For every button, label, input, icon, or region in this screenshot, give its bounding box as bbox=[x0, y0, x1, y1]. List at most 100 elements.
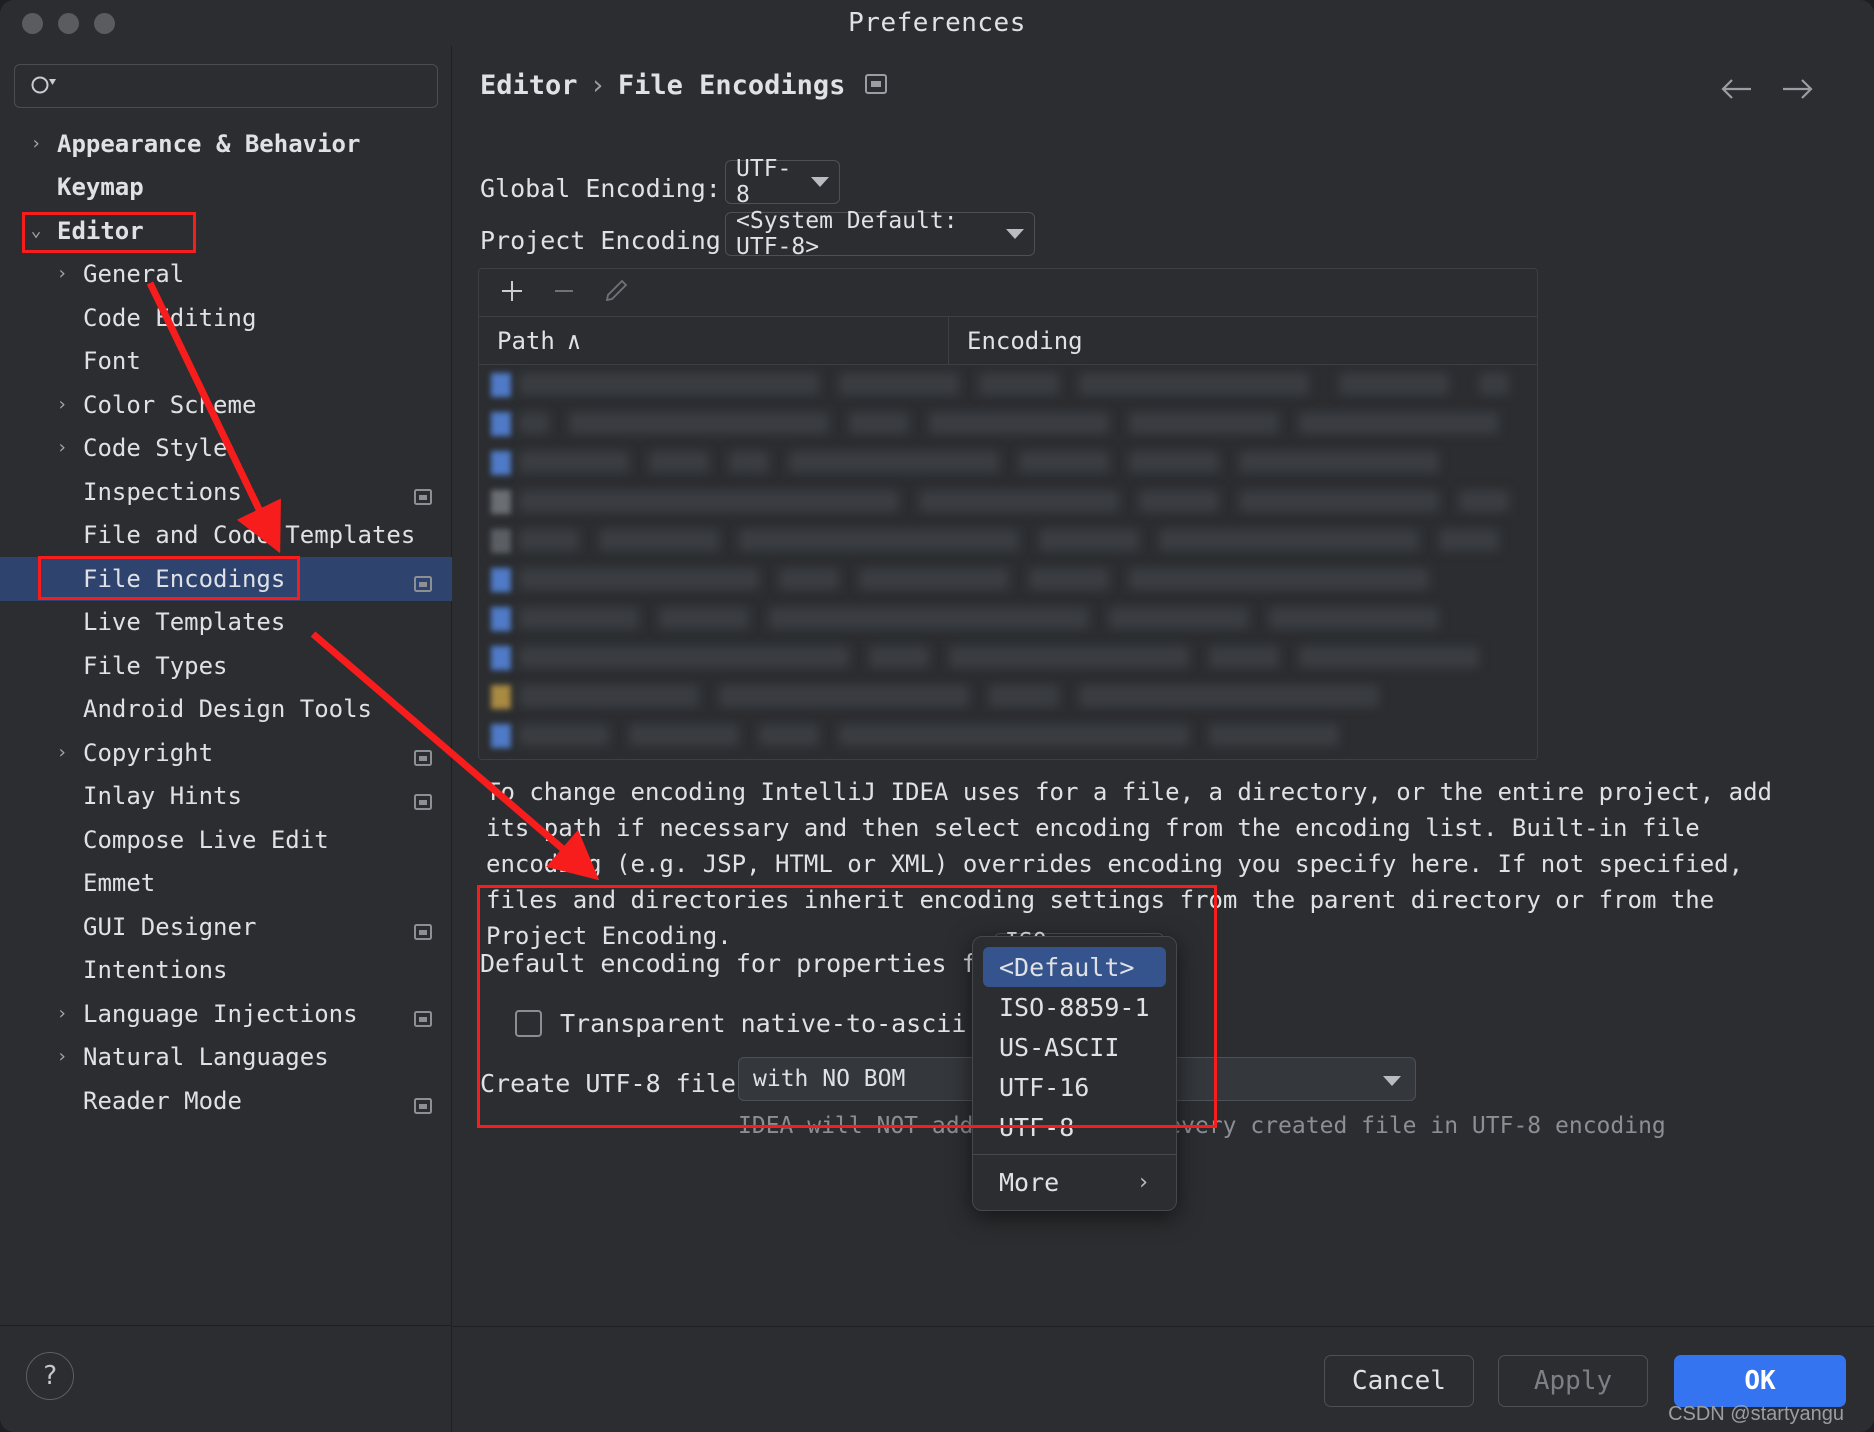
sidebar-item-language-injections[interactable]: › Language Injections bbox=[0, 992, 452, 1036]
dropdown-separator bbox=[973, 1154, 1176, 1155]
settings-sidebar: › Appearance & Behavior Keymap ⌄ Editor › Gene… bbox=[0, 46, 452, 1432]
breadcrumb: Editor › File Encodings bbox=[480, 70, 888, 101]
remove-icon[interactable] bbox=[551, 278, 577, 308]
breadcrumb-separator: › bbox=[589, 70, 606, 101]
sidebar-item-inlay-hints[interactable]: Inlay Hints bbox=[0, 775, 452, 819]
preferences-window: Preferences › Appearance & Behavior Keymap… bbox=[0, 0, 1874, 1432]
project-scope-icon bbox=[414, 744, 432, 766]
table-row[interactable] bbox=[479, 404, 1537, 444]
redacted-cell-text bbox=[519, 646, 849, 668]
redacted-cell-text bbox=[859, 568, 1009, 590]
redacted-cell-text bbox=[1269, 607, 1439, 629]
help-button[interactable]: ? bbox=[26, 1352, 74, 1400]
sidebar-item-file-encodings[interactable]: File Encodings bbox=[0, 557, 452, 601]
redacted-cell-text bbox=[1299, 646, 1479, 668]
sidebar-item-reader-mode[interactable]: Reader Mode bbox=[0, 1079, 452, 1123]
column-header-encoding[interactable]: Encoding bbox=[949, 327, 1083, 355]
table-row[interactable] bbox=[479, 638, 1537, 678]
nav-forward-icon[interactable] bbox=[1780, 76, 1816, 106]
sidebar-item-copyright[interactable]: › Copyright bbox=[0, 731, 452, 775]
transparent-conversion-checkbox[interactable] bbox=[515, 1010, 542, 1037]
sidebar-item-intentions[interactable]: Intentions bbox=[0, 949, 452, 993]
sidebar-item-inspections[interactable]: Inspections bbox=[0, 470, 452, 514]
add-icon[interactable] bbox=[499, 278, 525, 308]
redacted-cell-text bbox=[839, 724, 1189, 746]
redacted-cell-text bbox=[929, 412, 1109, 434]
sidebar-item-gui-designer[interactable]: GUI Designer bbox=[0, 905, 452, 949]
table-body-blurred[interactable] bbox=[479, 365, 1537, 759]
project-scope-icon bbox=[865, 70, 888, 101]
sidebar-item-appearance-behavior[interactable]: › Appearance & Behavior bbox=[0, 122, 452, 166]
table-row[interactable] bbox=[479, 365, 1537, 405]
sidebar-item-editor[interactable]: ⌄ Editor bbox=[0, 209, 452, 253]
chevron-right-icon[interactable]: › bbox=[52, 1048, 72, 1066]
sidebar-item-color-scheme[interactable]: › Color Scheme bbox=[0, 383, 452, 427]
redacted-cell-text bbox=[1299, 412, 1499, 434]
project-encoding-dropdown[interactable]: <System Default: UTF-8> bbox=[725, 208, 1035, 260]
table-row[interactable] bbox=[479, 716, 1537, 756]
sidebar-item-label: Inlay Hints bbox=[83, 782, 242, 811]
table-row[interactable] bbox=[479, 443, 1537, 483]
chevron-down-icon bbox=[1006, 229, 1024, 239]
apply-button[interactable]: Apply bbox=[1498, 1355, 1648, 1407]
settings-main-panel: Editor › File Encodings Global Encoding:… bbox=[453, 46, 1874, 1432]
redacted-cell-text bbox=[1109, 607, 1249, 629]
nav-back-icon[interactable] bbox=[1718, 76, 1754, 106]
chevron-right-icon[interactable]: › bbox=[52, 1004, 72, 1023]
sidebar-item-general[interactable]: › General bbox=[0, 253, 452, 297]
sidebar-item-file-types[interactable]: File Types bbox=[0, 644, 452, 688]
sidebar-item-label: Inspections bbox=[83, 477, 242, 506]
sidebar-item-keymap[interactable]: Keymap bbox=[0, 166, 452, 210]
chevron-right-icon[interactable]: › bbox=[52, 743, 72, 762]
dropdown-item-more[interactable]: More › bbox=[983, 1162, 1166, 1202]
search-input[interactable] bbox=[71, 65, 431, 107]
cancel-button[interactable]: Cancel bbox=[1324, 1355, 1474, 1407]
edit-icon[interactable] bbox=[603, 278, 629, 308]
table-row[interactable] bbox=[479, 482, 1537, 522]
dropdown-item-label: ISO-8859-1 bbox=[999, 992, 1150, 1022]
redacted-cell-text bbox=[739, 529, 1019, 551]
search-box[interactable] bbox=[14, 64, 438, 108]
sidebar-item-live-templates[interactable]: Live Templates bbox=[0, 601, 452, 645]
sidebar-item-font[interactable]: Font bbox=[0, 340, 452, 384]
dropdown-item-default[interactable]: <Default> bbox=[983, 947, 1166, 987]
description-text: To change encoding IntelliJ IDEA uses fo… bbox=[486, 778, 1772, 950]
global-encoding-label: Global Encoding: bbox=[480, 174, 721, 203]
chevron-right-icon[interactable]: › bbox=[52, 265, 72, 283]
sidebar-item-file-and-code-templates[interactable]: File and Code Templates bbox=[0, 514, 452, 558]
redacted-cell-text bbox=[1209, 724, 1339, 746]
redacted-cell-text bbox=[1039, 529, 1139, 551]
redacted-cell-text bbox=[989, 685, 1059, 707]
sidebar-item-compose-live-edit[interactable]: Compose Live Edit bbox=[0, 818, 452, 862]
table-row[interactable] bbox=[479, 560, 1537, 600]
sidebar-item-natural-languages[interactable]: › Natural Languages bbox=[0, 1036, 452, 1080]
chevron-right-icon[interactable]: › bbox=[52, 395, 72, 414]
sidebar-item-android-design-tools[interactable]: Android Design Tools bbox=[0, 688, 452, 732]
file-type-icon bbox=[491, 607, 511, 631]
table-row[interactable] bbox=[479, 521, 1537, 561]
dropdown-item-label: More bbox=[999, 1167, 1060, 1197]
project-encoding-value: <System Default: UTF-8> bbox=[736, 208, 958, 260]
breadcrumb-parent[interactable]: Editor bbox=[480, 70, 578, 101]
sidebar-item-emmet[interactable]: Emmet bbox=[0, 862, 452, 906]
sidebar-item-label: Intentions bbox=[83, 956, 228, 985]
redacted-cell-text bbox=[1159, 529, 1419, 551]
dropdown-item-utf-16[interactable]: UTF-16 bbox=[983, 1067, 1166, 1107]
sidebar-item-code-style[interactable]: › Code Style bbox=[0, 427, 452, 471]
dropdown-item-us-ascii[interactable]: US-ASCII bbox=[983, 1027, 1166, 1067]
global-encoding-dropdown[interactable]: UTF-8 bbox=[725, 156, 840, 208]
table-row[interactable] bbox=[479, 599, 1537, 639]
dropdown-item-utf-8[interactable]: UTF-8 bbox=[983, 1107, 1166, 1147]
redacted-cell-text bbox=[1479, 373, 1509, 395]
chevron-right-icon[interactable]: › bbox=[26, 134, 46, 153]
redacted-cell-text bbox=[599, 529, 719, 551]
ok-button[interactable]: OK bbox=[1674, 1355, 1846, 1407]
column-header-path[interactable]: Path ∧ bbox=[479, 317, 949, 364]
chevron-right-icon[interactable]: › bbox=[52, 439, 72, 457]
sidebar-item-code-editing[interactable]: Code Editing bbox=[0, 296, 452, 340]
search-icon bbox=[29, 74, 57, 104]
dropdown-item-iso-8859-1[interactable]: ISO-8859-1 bbox=[983, 987, 1166, 1027]
file-type-icon bbox=[491, 568, 511, 592]
table-row[interactable] bbox=[479, 677, 1537, 717]
chevron-down-icon[interactable]: ⌄ bbox=[26, 221, 46, 240]
